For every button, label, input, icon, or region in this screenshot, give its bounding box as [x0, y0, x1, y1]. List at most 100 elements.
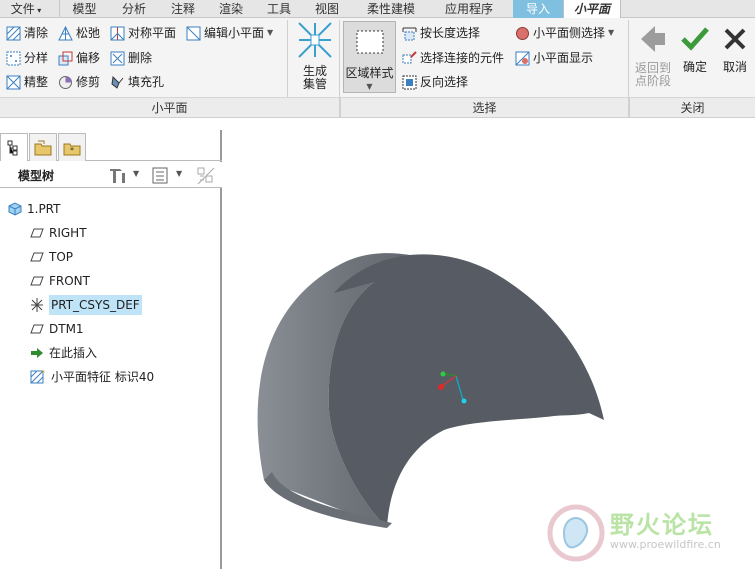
sample-button[interactable]: 分样: [6, 47, 48, 69]
relax-label: 松弛: [76, 26, 101, 40]
group-label-select: 选择: [340, 97, 628, 117]
csys-point-z: [461, 398, 467, 404]
refine-button[interactable]: 精整: [6, 71, 48, 93]
delete-button[interactable]: 删除: [110, 47, 152, 69]
menu-file[interactable]: 文件 ▾: [2, 0, 50, 18]
tree-settings-dropdown-icon[interactable]: ▼: [133, 169, 139, 178]
tree-node-front-label: FRONT: [49, 274, 90, 288]
facet-side-dropdown-icon[interactable]: ▼: [608, 22, 614, 44]
menu-analysis[interactable]: 分析: [109, 0, 159, 18]
model-tree-header: 模型树 ▼ ▼: [0, 162, 222, 188]
menu-applications[interactable]: 应用程序: [431, 0, 507, 18]
tab-model-tree[interactable]: [0, 133, 28, 161]
menu-annotation[interactable]: 注释: [159, 0, 207, 18]
csys-point-y: [438, 384, 444, 390]
symmetry-plane-button[interactable]: 对称平面: [110, 22, 176, 44]
generate-manifold-label: 生成 集管: [302, 64, 327, 91]
symmetry-plane-label: 对称平面: [128, 26, 177, 40]
offset-icon: [58, 51, 73, 65]
menu-import[interactable]: 导入: [513, 0, 563, 18]
group-label-facet: 小平面: [0, 97, 339, 117]
invert-selection-button[interactable]: 反向选择: [402, 71, 468, 93]
facet-display-icon: [515, 51, 530, 65]
tree-filter-icon[interactable]: [196, 166, 216, 186]
select-connected-icon: [402, 50, 417, 63]
tab-folder-browser[interactable]: [29, 133, 57, 161]
generate-manifold-button[interactable]: 生成 集管: [293, 21, 337, 91]
cancel-button[interactable]: 取消: [716, 24, 754, 74]
tree-node-front[interactable]: FRONT: [30, 271, 90, 291]
back-arrow-icon: [641, 26, 665, 52]
menu-facet-current[interactable]: 小平面: [563, 0, 621, 19]
ribbon: 清除 分样 精整 松弛 偏移 修剪 对称平面 删除 填充孔 编辑小平面 ▼ 生成…: [0, 18, 755, 118]
back-label: 返回到 点阶段: [634, 61, 671, 88]
clear-button[interactable]: 清除: [6, 22, 48, 44]
coordinate-system-icon: [31, 298, 43, 312]
ok-label: 确定: [682, 60, 707, 74]
offset-button[interactable]: 偏移: [58, 47, 100, 69]
csys-point-x: [440, 371, 446, 377]
check-icon: [681, 27, 709, 51]
tree-node-part[interactable]: 1.PRT: [8, 199, 60, 219]
tab-favorites[interactable]: *: [58, 133, 86, 161]
tree-node-right-label: RIGHT: [49, 226, 87, 240]
folder-icon: [34, 140, 52, 155]
select-connected-button[interactable]: 选择连接的元件: [402, 47, 504, 69]
delete-label: 删除: [128, 51, 153, 65]
clear-label: 清除: [24, 26, 49, 40]
invert-selection-label: 反向选择: [420, 75, 469, 89]
trim-label: 修剪: [76, 75, 101, 89]
menu-render[interactable]: 渲染: [207, 0, 255, 18]
datum-plane-icon: [30, 324, 44, 334]
select-by-length-icon: [402, 27, 417, 40]
region-style-label: 区域样式: [345, 66, 394, 80]
select-by-length-button[interactable]: 按长度选择: [402, 22, 480, 44]
symmetry-plane-icon: [110, 26, 125, 40]
tree-node-right[interactable]: RIGHT: [30, 223, 87, 243]
model-front-face: [328, 254, 604, 528]
menu-model[interactable]: 模型: [59, 0, 109, 18]
edit-facet-label: 编辑小平面: [204, 26, 265, 40]
model-tree-title: 模型树: [18, 169, 55, 183]
edit-facet-button[interactable]: 编辑小平面 ▼: [186, 22, 273, 44]
svg-text:*: *: [42, 369, 46, 377]
tree-show-icon[interactable]: [152, 167, 168, 184]
part-icon: [8, 202, 22, 216]
select-connected-label: 选择连接的元件: [420, 51, 505, 65]
region-style-dropdown-icon: ▼: [366, 82, 373, 91]
svg-text:*: *: [70, 146, 74, 155]
datum-plane-icon: [30, 252, 44, 262]
region-style-button[interactable]: 区域样式 ▼: [343, 21, 396, 93]
relax-button[interactable]: 松弛: [58, 22, 100, 44]
facet-display-button[interactable]: 小平面显示: [515, 47, 593, 69]
tree-node-facet-feature-label: 小平面特征 标识40: [51, 370, 155, 384]
facet-side-select-button[interactable]: 小平面侧选择 ▼: [515, 22, 614, 44]
fill-hole-label: 填充孔: [128, 75, 165, 89]
graphics-viewport[interactable]: 野火论坛 www.proewildfire.cn: [224, 120, 755, 569]
fill-hole-button[interactable]: 填充孔: [110, 71, 164, 93]
tree-node-dtm1[interactable]: DTM1: [30, 319, 84, 339]
watermark-url: www.proewildfire.cn: [610, 538, 721, 551]
tree-node-insert-here[interactable]: 在此插入: [30, 343, 97, 363]
facet-display-label: 小平面显示: [533, 51, 594, 65]
facet-feature-icon: *: [30, 369, 46, 384]
tree-node-facet-feature[interactable]: * 小平面特征 标识40: [30, 367, 154, 387]
tree-node-top[interactable]: TOP: [30, 247, 73, 267]
group-label-close: 关闭: [629, 97, 755, 117]
tree-node-csys-label: PRT_CSYS_DEF: [49, 295, 142, 315]
facet-side-select-label: 小平面侧选择: [533, 26, 606, 40]
watermark: 野火论坛 www.proewildfire.cn: [546, 503, 755, 565]
trim-button[interactable]: 修剪: [58, 71, 100, 93]
tree-show-dropdown-icon[interactable]: ▼: [176, 169, 182, 178]
tree-node-top-label: TOP: [49, 250, 74, 264]
model-tree-icon: [7, 140, 18, 155]
back-to-point-stage-button[interactable]: 返回到 点阶段: [632, 24, 674, 88]
invert-selection-icon: [402, 75, 417, 89]
tree-settings-icon[interactable]: [108, 167, 126, 184]
menu-tools[interactable]: 工具: [255, 0, 303, 18]
menu-flexible-modeling[interactable]: 柔性建模: [351, 0, 431, 18]
tree-node-csys[interactable]: PRT_CSYS_DEF: [30, 295, 142, 315]
edit-facet-dropdown-icon[interactable]: ▼: [267, 22, 273, 44]
menu-view[interactable]: 视图: [303, 0, 351, 18]
ok-button[interactable]: 确定: [676, 24, 714, 74]
